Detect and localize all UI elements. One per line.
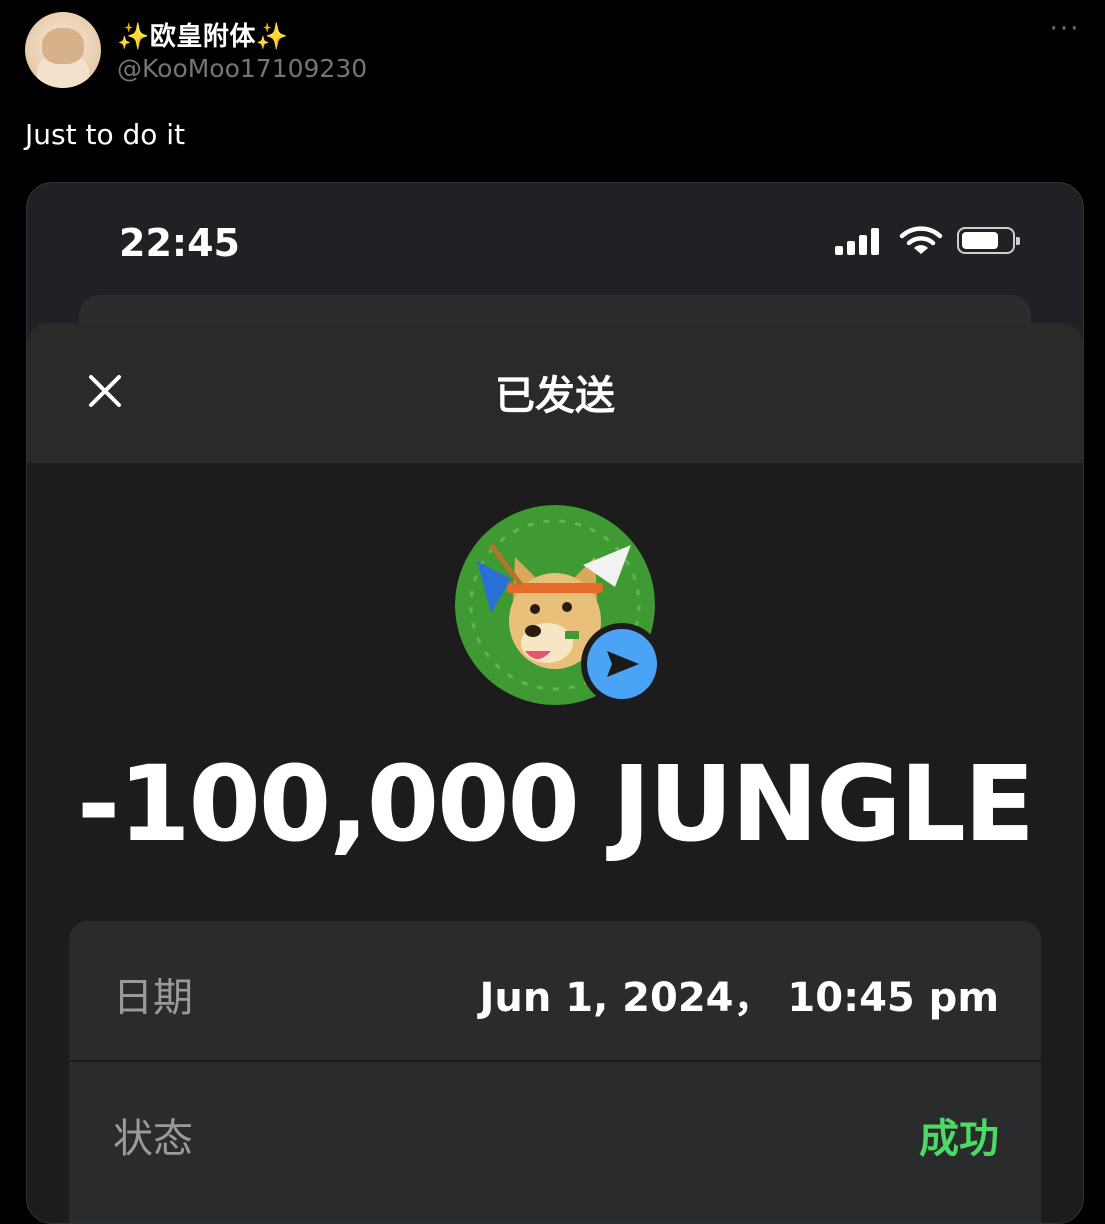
detail-row-date: 日期 Jun 1, 2024， 10:45 pm xyxy=(69,921,1041,1059)
transaction-sheet: 已发送 -100,000 JUNGLE 日期 Jun 1, 2024， 10:4… xyxy=(27,323,1083,1223)
send-arrow-icon xyxy=(607,651,639,677)
sheet-header: 已发送 xyxy=(27,323,1083,463)
transaction-details: 日期 Jun 1, 2024， 10:45 pm 状态 成功 xyxy=(69,921,1041,1223)
sheet-title: 已发送 xyxy=(495,373,615,419)
sparkles-icon: ✨ xyxy=(117,22,150,52)
send-badge xyxy=(581,623,663,705)
detail-value: Jun 1, 2024， 10:45 pm xyxy=(479,975,999,1021)
user-handle[interactable]: @KooMoo17109230 xyxy=(117,54,367,83)
status-bar-icons xyxy=(835,225,1025,255)
display-name-text: 欧皇附体 xyxy=(149,22,256,52)
tweet-text: Just to do it xyxy=(25,118,186,151)
avatar[interactable] xyxy=(25,12,101,88)
tweet-header: ✨欧皇附体✨ @KooMoo17109230 ··· xyxy=(25,12,1085,92)
detail-label: 日期 xyxy=(113,975,193,1021)
detail-label: 状态 xyxy=(113,1116,193,1162)
token-avatar xyxy=(455,505,663,705)
transaction-amount: -100,000 JUNGLE xyxy=(77,743,1035,865)
wifi-icon xyxy=(899,226,943,254)
battery-icon xyxy=(957,227,1020,254)
more-horizontal-icon[interactable]: ··· xyxy=(1045,16,1085,46)
tweet-media-screenshot[interactable]: 22:45 已发送 -100,000 JUNGLE 日期 Jun 1, 2024… xyxy=(26,182,1084,1224)
status-badge: 成功 xyxy=(919,1116,999,1162)
sparkles-icon: ✨ xyxy=(255,22,289,52)
display-name[interactable]: ✨欧皇附体✨ xyxy=(117,16,289,53)
detail-row-status: 状态 成功 xyxy=(69,1060,1041,1200)
signal-icon xyxy=(835,227,883,255)
status-bar-time: 22:45 xyxy=(119,221,240,265)
